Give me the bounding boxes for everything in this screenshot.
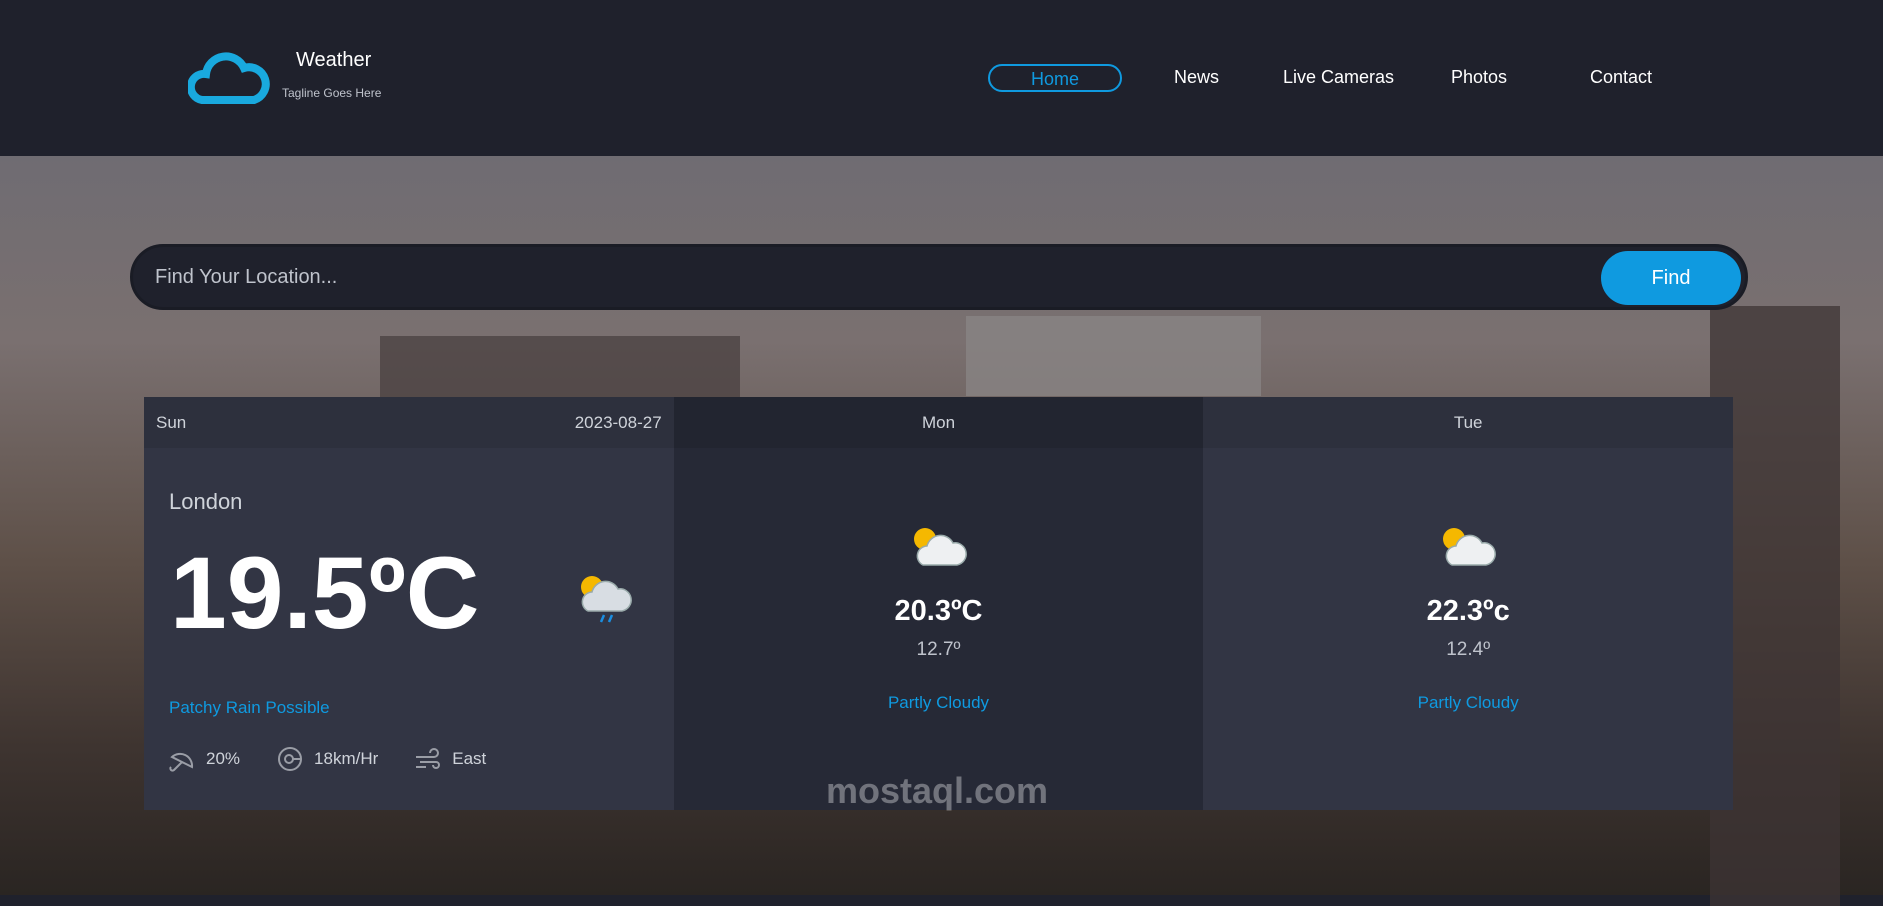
wind-direction: East — [452, 749, 487, 768]
nav-home[interactable]: Home — [988, 64, 1122, 92]
forecast-condition: Partly Cloudy — [887, 693, 990, 712]
sun-rain-cloud-icon — [581, 576, 632, 623]
forecast-max-temp: 22.3ºc — [1426, 595, 1510, 627]
nav-live-cameras[interactable]: Live Cameras — [1283, 64, 1394, 92]
forecast-cards: Sun 2023-08-27 London 19.5ºC Patchy Rain … — [144, 397, 1734, 810]
today-header: Sun 2023-08-27 — [144, 397, 674, 448]
nav-photos[interactable]: Photos — [1451, 64, 1507, 92]
site-header: Weather Tagline Goes Here Home News Live… — [0, 0, 1883, 156]
location-search-input[interactable] — [155, 247, 1455, 307]
current-temperature: 19.5ºC — [170, 536, 480, 650]
forecast-card-tue: Tue 22.3ºc 12.4º Partly Cloudy — [1203, 397, 1734, 810]
partly-cloudy-icon — [1443, 528, 1497, 566]
forecast-max-temp: 20.3ºC — [894, 595, 983, 627]
wind-direction-icon — [416, 748, 441, 769]
cloud-logo-icon[interactable] — [188, 52, 270, 104]
nav-contact[interactable]: Contact — [1590, 64, 1652, 92]
tagline: Tagline Goes Here — [282, 86, 382, 100]
wind-speed-icon — [278, 747, 303, 771]
today-date: 2023-08-27 — [574, 413, 662, 432]
forecast-condition: Partly Cloudy — [1417, 693, 1519, 712]
wind-speed: 18km/Hr — [314, 749, 379, 768]
umbrella-icon — [169, 752, 194, 772]
forecast-day: Tue — [1203, 397, 1734, 448]
forecast-card-mon: Mon 20.3ºC 12.7º Partly Cloudy — [673, 397, 1204, 810]
brand-name[interactable]: Weather — [296, 49, 371, 72]
today-day: Sun — [156, 413, 187, 432]
location-search: Find — [130, 244, 1748, 310]
city-name: London — [169, 489, 243, 514]
forecast-min-temp: 12.7º — [916, 639, 961, 660]
find-button[interactable]: Find — [1601, 251, 1741, 305]
partly-cloudy-icon — [913, 528, 967, 566]
today-card: Sun 2023-08-27 London 19.5ºC Patchy Rain … — [144, 397, 674, 810]
forecast-min-temp: 12.4º — [1446, 639, 1491, 660]
today-condition: Patchy Rain Possible — [169, 698, 330, 717]
rain-chance: 20% — [206, 749, 241, 768]
forecast-day: Mon — [673, 397, 1204, 448]
nav-news[interactable]: News — [1174, 64, 1219, 92]
today-stats: 20% 18km/Hr East — [168, 745, 522, 773]
building-image — [966, 316, 1261, 396]
watermark: mostaql.com — [826, 770, 1049, 811]
